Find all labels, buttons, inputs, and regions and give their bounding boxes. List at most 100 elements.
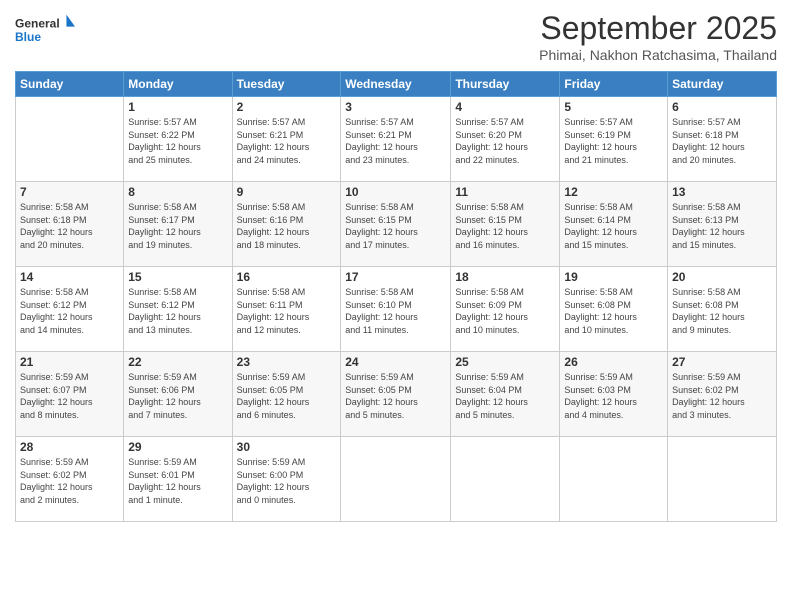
day-cell [16, 97, 124, 182]
day-cell: 4 Sunrise: 5:57 AM Sunset: 6:20 PM Daylig… [451, 97, 560, 182]
day-number: 29 [128, 440, 227, 454]
day-number: 13 [672, 185, 772, 199]
day-info: Sunrise: 5:58 AM Sunset: 6:17 PM Dayligh… [128, 201, 227, 251]
day-cell: 6 Sunrise: 5:57 AM Sunset: 6:18 PM Daylig… [668, 97, 777, 182]
title-block: September 2025 Phimai, Nakhon Ratchasima… [539, 10, 777, 63]
day-number: 12 [564, 185, 663, 199]
day-info: Sunrise: 5:57 AM Sunset: 6:21 PM Dayligh… [237, 116, 337, 166]
day-info: Sunrise: 5:59 AM Sunset: 6:07 PM Dayligh… [20, 371, 119, 421]
day-cell [560, 437, 668, 522]
day-cell: 1 Sunrise: 5:57 AM Sunset: 6:22 PM Daylig… [124, 97, 232, 182]
week-row-5: 28Sunrise: 5:59 AM Sunset: 6:02 PM Dayli… [16, 437, 777, 522]
day-number: 20 [672, 270, 772, 284]
week-row-3: 14 Sunrise: 5:58 AM Sunset: 6:12 PM Dayli… [16, 267, 777, 352]
day-cell: 11 Sunrise: 5:58 AM Sunset: 6:15 PM Dayli… [451, 182, 560, 267]
month-title: September 2025 [539, 10, 777, 47]
day-number: 21 [20, 355, 119, 369]
day-info: Sunrise: 5:58 AM Sunset: 6:14 PM Dayligh… [564, 201, 663, 251]
header: General Blue September 2025 Phimai, Nakh… [15, 10, 777, 63]
day-cell: 12 Sunrise: 5:58 AM Sunset: 6:14 PM Dayli… [560, 182, 668, 267]
day-number: 18 [455, 270, 555, 284]
day-number: 6 [672, 100, 772, 114]
day-info: Sunrise: 5:59 AM Sunset: 6:01 PM Dayligh… [128, 456, 227, 506]
day-number: 23 [237, 355, 337, 369]
day-cell: 23 Sunrise: 5:59 AM Sunset: 6:05 PM Dayli… [232, 352, 341, 437]
day-cell: 18 Sunrise: 5:58 AM Sunset: 6:09 PM Dayli… [451, 267, 560, 352]
calendar: Sunday Monday Tuesday Wednesday Thursday… [15, 71, 777, 522]
day-info: Sunrise: 5:57 AM Sunset: 6:20 PM Dayligh… [455, 116, 555, 166]
day-number: 27 [672, 355, 772, 369]
svg-text:Blue: Blue [15, 30, 41, 44]
day-info: Sunrise: 5:59 AM Sunset: 6:05 PM Dayligh… [237, 371, 337, 421]
day-info: Sunrise: 5:59 AM Sunset: 6:05 PM Dayligh… [345, 371, 446, 421]
day-info: Sunrise: 5:59 AM Sunset: 6:02 PM Dayligh… [20, 456, 119, 506]
day-number: 3 [345, 100, 446, 114]
day-info: Sunrise: 5:57 AM Sunset: 6:19 PM Dayligh… [564, 116, 663, 166]
day-number: 5 [564, 100, 663, 114]
day-cell: 20 Sunrise: 5:58 AM Sunset: 6:08 PM Dayli… [668, 267, 777, 352]
day-info: Sunrise: 5:59 AM Sunset: 6:04 PM Dayligh… [455, 371, 555, 421]
day-info: Sunrise: 5:59 AM Sunset: 6:03 PM Dayligh… [564, 371, 663, 421]
day-number: 8 [128, 185, 227, 199]
day-cell: 21 Sunrise: 5:59 AM Sunset: 6:07 PM Dayli… [16, 352, 124, 437]
day-info: Sunrise: 5:58 AM Sunset: 6:09 PM Dayligh… [455, 286, 555, 336]
day-info: Sunrise: 5:58 AM Sunset: 6:10 PM Dayligh… [345, 286, 446, 336]
day-cell: 8 Sunrise: 5:58 AM Sunset: 6:17 PM Daylig… [124, 182, 232, 267]
col-tuesday: Tuesday [232, 72, 341, 97]
day-cell: 17 Sunrise: 5:58 AM Sunset: 6:10 PM Dayli… [341, 267, 451, 352]
day-info: Sunrise: 5:58 AM Sunset: 6:18 PM Dayligh… [20, 201, 119, 251]
day-info: Sunrise: 5:57 AM Sunset: 6:22 PM Dayligh… [128, 116, 227, 166]
week-row-4: 21 Sunrise: 5:59 AM Sunset: 6:07 PM Dayli… [16, 352, 777, 437]
day-cell: 22 Sunrise: 5:59 AM Sunset: 6:06 PM Dayli… [124, 352, 232, 437]
day-number: 26 [564, 355, 663, 369]
day-number: 9 [237, 185, 337, 199]
col-thursday: Thursday [451, 72, 560, 97]
day-info: Sunrise: 5:59 AM Sunset: 6:00 PM Dayligh… [237, 456, 337, 506]
day-info: Sunrise: 5:59 AM Sunset: 6:06 PM Dayligh… [128, 371, 227, 421]
day-number: 16 [237, 270, 337, 284]
subtitle: Phimai, Nakhon Ratchasima, Thailand [539, 47, 777, 63]
svg-text:General: General [15, 16, 60, 30]
header-row: Sunday Monday Tuesday Wednesday Thursday… [16, 72, 777, 97]
week-row-1: 1 Sunrise: 5:57 AM Sunset: 6:22 PM Daylig… [16, 97, 777, 182]
day-number: 25 [455, 355, 555, 369]
page: General Blue September 2025 Phimai, Nakh… [0, 0, 792, 612]
day-cell: 3 Sunrise: 5:57 AM Sunset: 6:21 PM Daylig… [341, 97, 451, 182]
day-cell: 30Sunrise: 5:59 AM Sunset: 6:00 PM Dayli… [232, 437, 341, 522]
day-info: Sunrise: 5:58 AM Sunset: 6:15 PM Dayligh… [455, 201, 555, 251]
day-info: Sunrise: 5:58 AM Sunset: 6:11 PM Dayligh… [237, 286, 337, 336]
day-cell: 5 Sunrise: 5:57 AM Sunset: 6:19 PM Daylig… [560, 97, 668, 182]
day-cell: 13 Sunrise: 5:58 AM Sunset: 6:13 PM Dayli… [668, 182, 777, 267]
col-wednesday: Wednesday [341, 72, 451, 97]
day-number: 15 [128, 270, 227, 284]
day-info: Sunrise: 5:58 AM Sunset: 6:08 PM Dayligh… [564, 286, 663, 336]
day-number: 10 [345, 185, 446, 199]
logo-icon: General Blue [15, 10, 75, 50]
day-number: 7 [20, 185, 119, 199]
day-number: 17 [345, 270, 446, 284]
day-info: Sunrise: 5:59 AM Sunset: 6:02 PM Dayligh… [672, 371, 772, 421]
day-info: Sunrise: 5:58 AM Sunset: 6:15 PM Dayligh… [345, 201, 446, 251]
day-info: Sunrise: 5:57 AM Sunset: 6:21 PM Dayligh… [345, 116, 446, 166]
day-number: 1 [128, 100, 227, 114]
day-cell: 28Sunrise: 5:59 AM Sunset: 6:02 PM Dayli… [16, 437, 124, 522]
day-info: Sunrise: 5:58 AM Sunset: 6:12 PM Dayligh… [128, 286, 227, 336]
day-number: 22 [128, 355, 227, 369]
day-cell: 14Sunrise: 5:58 AM Sunset: 6:12 PM Dayli… [16, 267, 124, 352]
day-number: 14 [20, 270, 119, 284]
day-cell: 10 Sunrise: 5:58 AM Sunset: 6:15 PM Dayli… [341, 182, 451, 267]
day-info: Sunrise: 5:58 AM Sunset: 6:08 PM Dayligh… [672, 286, 772, 336]
col-sunday: Sunday [16, 72, 124, 97]
col-friday: Friday [560, 72, 668, 97]
day-cell [451, 437, 560, 522]
day-cell: 2 Sunrise: 5:57 AM Sunset: 6:21 PM Daylig… [232, 97, 341, 182]
day-number: 4 [455, 100, 555, 114]
day-info: Sunrise: 5:57 AM Sunset: 6:18 PM Dayligh… [672, 116, 772, 166]
day-cell: 26 Sunrise: 5:59 AM Sunset: 6:03 PM Dayli… [560, 352, 668, 437]
day-info: Sunrise: 5:58 AM Sunset: 6:13 PM Dayligh… [672, 201, 772, 251]
col-saturday: Saturday [668, 72, 777, 97]
day-cell: 9Sunrise: 5:58 AM Sunset: 6:16 PM Daylig… [232, 182, 341, 267]
day-number: 2 [237, 100, 337, 114]
day-number: 24 [345, 355, 446, 369]
day-number: 11 [455, 185, 555, 199]
